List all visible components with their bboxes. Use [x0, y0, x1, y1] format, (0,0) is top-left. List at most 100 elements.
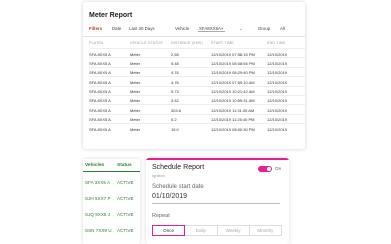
schedule-subtitle: Ignition: [152, 173, 165, 178]
start-time-cell: 12/10/2019 11:25:40 PM: [211, 117, 255, 123]
distance-cell: 304.6: [171, 107, 182, 113]
meter-report-card: Meter Report Filters Date Last 30 Days V…: [83, 2, 305, 149]
end-time-cell: 12/10/2019: [267, 98, 288, 104]
group-filter-label: Group: [258, 26, 271, 31]
start-date-label: Schedule start date: [152, 184, 204, 190]
status-badge: ACTIVE: [117, 180, 134, 185]
status-cell: Meter: [130, 79, 141, 85]
date-field-underline: [152, 203, 280, 204]
start-time-cell: 12/10/2019 11:31:05 AM: [211, 107, 255, 113]
vehicle-plate: SSN 7XX9 U: [85, 228, 112, 233]
column-header[interactable]: VEHICLE STATUS: [130, 41, 163, 45]
list-item[interactable]: SFA 3XX5 A ACTIVE: [83, 176, 140, 190]
repeat-weekly-button[interactable]: Weekly: [216, 225, 250, 236]
end-time-cell: 12/10/2019: [267, 126, 288, 132]
plate-cell: SFA 8XX5 A: [89, 79, 111, 85]
status-cell: Meter: [130, 126, 141, 132]
plate-cell: SFA 8XX5 A: [89, 60, 111, 66]
table-row[interactable]: SFA 8XX5 A Meter 5.73 12/10/2019 10:21:4…: [89, 85, 305, 95]
vehicles-column-header[interactable]: Vehicles: [85, 163, 104, 168]
filters-label[interactable]: Filters: [89, 26, 102, 31]
repeat-segmented-control: Once Daily Weekly Monthly: [152, 225, 282, 236]
divider: [83, 36, 305, 37]
vehicle-plate: SFA 3XX5 A: [85, 180, 111, 185]
schedule-report-card: Schedule Report Ignition On Schedule sta…: [146, 158, 289, 244]
end-time-cell: 12/10/2019: [267, 79, 288, 85]
status-cell: Meter: [130, 98, 141, 104]
distance-cell: 15.0: [171, 126, 179, 132]
vehicles-card: Vehicles Status SFA 3XX5 A ACTIVE SJH 5X…: [83, 159, 140, 244]
end-time-cell: 12/10/2019: [267, 60, 288, 66]
repeat-once-button[interactable]: Once: [152, 225, 186, 236]
start-time-cell: 12/10/2019 07:59:10 AM: [211, 79, 255, 85]
status-cell: Meter: [130, 70, 141, 76]
start-time-cell: 12/10/2019 08:00:30 PM: [211, 126, 255, 132]
meter-table: PLATE# VEHICLE STATUS DISTANCE (KMS) STA…: [89, 40, 305, 133]
status-badge: ACTIVE: [117, 196, 134, 201]
table-row[interactable]: SFA 8XX5 A Meter 5.48 12/10/2019 08:08:5…: [89, 57, 305, 66]
table-row[interactable]: SFA 8XX5 A Meter 4.76 12/10/2019 07:59:1…: [89, 76, 305, 85]
status-cell: Meter: [130, 89, 141, 95]
table-row[interactable]: SFA 8XX5 A Meter 0.2 12/10/2019 11:25:40…: [89, 113, 305, 123]
status-cell: Meter: [130, 60, 141, 66]
list-item[interactable]: SSN 7XX9 U ACTIVE: [83, 224, 140, 238]
table-row[interactable]: SFA 8XX5 A Meter 304.6 12/10/2019 11:31:…: [89, 104, 305, 113]
start-time-cell: 12/10/2019 07:58:15 PM: [211, 51, 255, 57]
status-cell: Meter: [130, 107, 141, 113]
chevron-down-icon[interactable]: ⌄: [239, 26, 243, 32]
status-cell: Meter: [130, 117, 141, 123]
column-header[interactable]: END TIME: [267, 41, 286, 45]
plate-cell: SFA 8XX5 A: [89, 98, 111, 104]
accent-bar: [146, 158, 289, 160]
status-badge: ACTIVE: [117, 228, 134, 233]
start-time-cell: 12/10/2019 08:29:40 PM: [211, 70, 255, 76]
plate-cell: SFA 8XX5 A: [89, 89, 111, 95]
table-row[interactable]: SFA 8XX5 A Meter 4.76 12/10/2019 08:29:4…: [89, 66, 305, 76]
distance-cell: 5.73: [171, 89, 179, 95]
group-filter-select[interactable]: All: [280, 26, 285, 31]
report-title: Meter Report: [89, 12, 133, 19]
start-time-cell: 12/10/2019 08:08:55 PM: [211, 60, 255, 66]
status-column-header[interactable]: Status: [117, 163, 132, 168]
table-row[interactable]: SFA 8XX5 A Meter 15.0 12/10/2019 08:00:3…: [89, 123, 305, 132]
column-header[interactable]: DISTANCE (KMS): [171, 41, 203, 45]
end-time-cell: 12/10/2019: [267, 70, 288, 76]
distance-cell: 0.2: [171, 117, 177, 123]
end-time-cell: 12/10/2019: [267, 51, 288, 57]
start-time-cell: 12/10/2019 10:59:31 AM: [211, 98, 255, 104]
list-item[interactable]: SJQ 9XX5 J ACTIVE: [83, 208, 140, 222]
schedule-title: Schedule Report: [152, 164, 205, 171]
plate-cell: SFA 8XX5 A: [89, 126, 111, 132]
end-time-cell: 12/10/2019: [267, 89, 288, 95]
distance-cell: 4.76: [171, 79, 179, 85]
repeat-daily-button[interactable]: Daily: [184, 225, 218, 236]
column-header[interactable]: START TIME: [211, 41, 234, 45]
end-time-cell: 12/10/2019: [267, 107, 288, 113]
date-filter-select[interactable]: Last 30 Days: [129, 26, 155, 31]
start-date-field[interactable]: 01/10/2019: [152, 193, 187, 200]
table-header: PLATE# VEHICLE STATUS DISTANCE (KMS) STA…: [89, 40, 305, 48]
vehicles-header: Vehicles Status: [83, 159, 140, 172]
plate-cell: SFA 8XX5 A: [89, 107, 111, 113]
schedule-toggle[interactable]: [258, 166, 272, 172]
table-row[interactable]: SFA 8XX5 A Meter 3.42 12/10/2019 10:59:3…: [89, 94, 305, 104]
vehicle-plate: SJH 5XX7 P: [85, 196, 111, 201]
status-badge: ACTIVE: [117, 212, 134, 217]
start-time-cell: 12/10/2019 10:21:42 AM: [211, 89, 255, 95]
vehicle-filter-label: Vehicle: [175, 26, 190, 31]
vehicle-plate: SJQ 9XX5 J: [85, 212, 111, 217]
distance-cell: 2.65: [171, 51, 179, 57]
vehicle-filter-chip[interactable]: SFA8XX5A×: [198, 26, 225, 32]
column-header[interactable]: PLATE#: [89, 41, 103, 45]
table-row[interactable]: SFA 8XX5 A Meter 2.65 12/10/2019 07:58:1…: [89, 48, 305, 57]
distance-cell: 4.76: [171, 70, 179, 76]
plate-cell: SFA 8XX5 A: [89, 51, 111, 57]
end-time-cell: 12/10/2019: [267, 117, 288, 123]
repeat-monthly-button[interactable]: Monthly: [248, 225, 282, 236]
distance-cell: 5.48: [171, 60, 179, 66]
distance-cell: 3.42: [171, 98, 179, 104]
toggle-label: On: [275, 166, 282, 171]
list-item[interactable]: SJH 5XX7 P ACTIVE: [83, 192, 140, 206]
plate-cell: SFA 8XX5 A: [89, 70, 111, 76]
toggle-knob: [267, 167, 271, 171]
